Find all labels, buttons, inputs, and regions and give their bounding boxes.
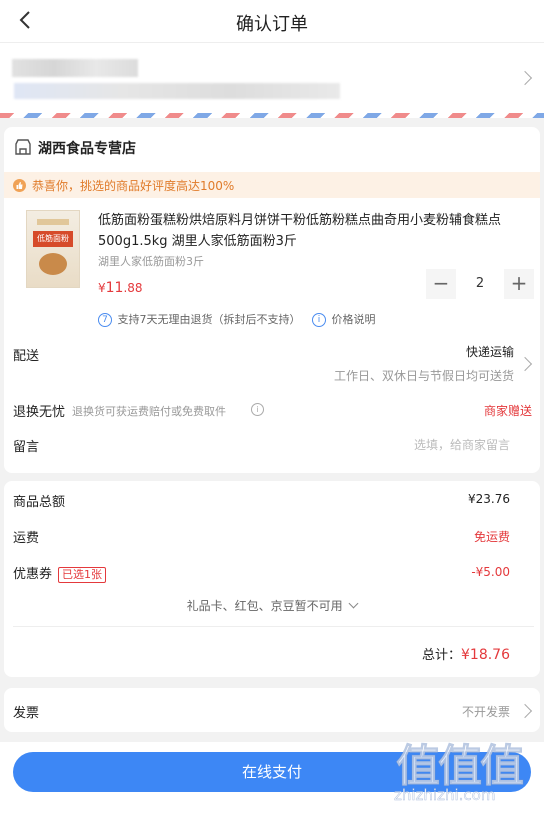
shop-card: 湖西食品专营店 恭喜你，挑选的商品好评度高达100% 低筋面粉 低筋面粉蛋糕粉烘…	[4, 127, 540, 473]
address-name-blurred	[12, 59, 138, 77]
address-detail-blurred	[14, 83, 340, 99]
product-price: ¥11.88	[98, 280, 143, 296]
coupon-tag: 已选1张	[58, 567, 107, 583]
return-info-icon[interactable]: i	[251, 403, 264, 416]
goods-total-label: 商品总额	[13, 495, 66, 510]
total-label: 总计：	[421, 648, 461, 663]
summary-divider	[13, 626, 534, 627]
chevron-down-icon	[348, 598, 359, 609]
product-spec: 湖里人家低筋面粉3斤	[98, 255, 204, 268]
product-tips: 7 支持7天无理由退货（拆封后不支持） i 价格说明	[98, 311, 376, 327]
praise-text: 恭喜你，挑选的商品好评度高达100%	[32, 179, 235, 193]
message-input[interactable]: 选填，给商家留言	[414, 436, 510, 453]
delivery-chevron-icon[interactable]	[517, 356, 533, 372]
quantity-value[interactable]: 2	[460, 269, 500, 299]
unavailable-toggle[interactable]: 礼品卡、红包、京豆暂不可用	[4, 597, 540, 614]
info-icon: i	[312, 313, 326, 327]
order-total: 总计：¥18.76	[422, 644, 510, 663]
thumb-up-icon	[13, 179, 26, 192]
page-title: 确认订单	[236, 14, 308, 35]
total-value: ¥18.76	[461, 647, 510, 663]
coupon-value: -¥5.00	[471, 565, 510, 579]
invoice-card[interactable]: 发票 不开发票	[4, 688, 540, 732]
delivery-time: 工作日、双休日与节假日均可送货	[333, 369, 514, 383]
decrement-button[interactable]: −	[426, 269, 456, 299]
return-label: 退换无忧	[13, 405, 66, 420]
product-image[interactable]: 低筋面粉	[26, 210, 80, 288]
delivery-method[interactable]: 快递运输	[466, 343, 514, 360]
seven-day-icon: 7	[98, 313, 112, 327]
price-note-link[interactable]: 价格说明	[332, 313, 376, 326]
goods-total-value: ¥23.76	[468, 492, 510, 506]
site-watermark: 值值值 zhizhizhi.com	[394, 741, 525, 805]
price-integer: 11	[105, 280, 124, 296]
product-image-label: 低筋面粉	[33, 231, 73, 247]
summary-card: 商品总额 ¥23.76 运费 免运费 优惠券 已选1张 -¥5.00 礼品卡、红包…	[4, 481, 540, 677]
address-section[interactable]	[0, 43, 544, 113]
unavailable-text: 礼品卡、红包、京豆暂不可用	[186, 599, 343, 613]
coupon-row[interactable]: 优惠券 已选1张	[13, 563, 107, 583]
store-icon	[15, 139, 31, 155]
quantity-stepper: − 2 +	[426, 269, 534, 299]
invoice-value: 不开发票	[461, 705, 510, 719]
increment-button[interactable]: +	[504, 269, 534, 299]
delivery-label: 配送	[13, 349, 40, 364]
shipping-value: 免运费	[473, 530, 510, 544]
invoice-chevron-icon	[517, 703, 533, 719]
praise-banner: 恭喜你，挑选的商品好评度高达100%	[4, 172, 540, 198]
shipping-label: 运费	[13, 531, 40, 546]
message-label: 留言	[13, 440, 40, 455]
shop-name[interactable]: 湖西食品专营店	[38, 138, 136, 158]
coupon-label: 优惠券	[13, 567, 53, 582]
address-chevron-icon	[517, 70, 533, 86]
return-desc: 退换货可获运费赔付或免费取件	[72, 405, 226, 418]
address-stripe-divider	[0, 113, 544, 118]
product-title[interactable]: 低筋面粉蛋糕粉烘焙原料月饼饼干粉低筋粉糕点曲奇用小麦粉辅食糕点500g1.5kg…	[98, 210, 534, 252]
invoice-label: 发票	[13, 706, 40, 721]
return-policy-text: 支持7天无理由退货（拆封后不支持）	[117, 313, 301, 326]
price-decimal: .88	[123, 281, 143, 295]
top-bar: 确认订单	[0, 0, 544, 43]
return-value: 商家赠送	[483, 404, 532, 418]
